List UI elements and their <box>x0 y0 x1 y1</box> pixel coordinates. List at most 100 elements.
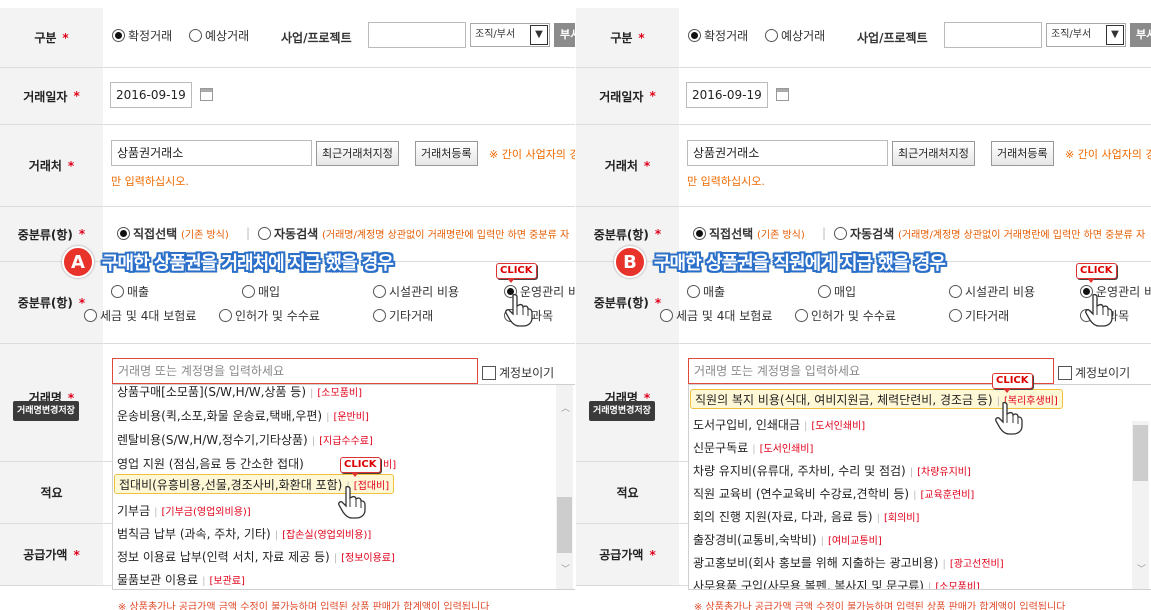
show-account-checkbox[interactable]: 계정보이기 <box>1058 364 1130 381</box>
radio-tax[interactable]: 세금 및 4대 보험료 <box>84 307 196 324</box>
list-item[interactable]: 출장경비(교통비,숙박비) | [여비교통비] <box>693 530 882 550</box>
vendor-label-text: 거래처 <box>28 159 62 173</box>
change-name-save-button[interactable]: 거래명변경저장 <box>13 401 79 421</box>
scroll-up-icon[interactable]: ︿ <box>561 401 570 414</box>
radio-license-label: 인허가 및 수수료 <box>811 309 896 323</box>
radio-purchase[interactable]: 매입 <box>242 283 280 300</box>
vendor-input[interactable]: 상품권거래소 <box>111 140 312 166</box>
item-account-tag: [소모품비] <box>935 582 980 590</box>
dept-button[interactable]: 부서 <box>1130 23 1151 47</box>
vendor-input[interactable]: 상품권거래소 <box>687 140 888 166</box>
item-text: 출장경비(교통비,숙박비) <box>693 533 817 547</box>
trade-name-search-input[interactable]: 거래명 또는 계정명을 입력하세요 <box>112 358 478 384</box>
radio-direct-select[interactable]: 직접선택 (기존 방식) <box>117 225 229 242</box>
list-item[interactable]: 정보 이용료 납부(인력 서치, 자료 제공 등) | [정보이용료] <box>117 547 395 567</box>
register-vendor-button[interactable]: 거래처등록 <box>991 141 1054 166</box>
list-item[interactable]: 기부금 | [기부금(영업외비용)] <box>117 501 251 521</box>
list-item[interactable]: 신문구독료 | [도서인쇄비] <box>693 438 813 458</box>
radio-auto-search[interactable]: 자동검색 (거래명/계정명 상관없이 거래명란에 입력만 하면 중분류 자 <box>258 225 569 242</box>
list-item[interactable]: 범칙금 납부 (과속, 주차, 기타) | [잡손실(영업외비용)] <box>117 524 371 544</box>
radio-facility-label: 시설관리 비용 <box>965 285 1036 299</box>
show-account-label: 계정보이기 <box>1075 366 1131 380</box>
radio-icon <box>660 309 673 322</box>
item-text: 광고홍보비(회사 홍보를 위해 지출하는 광고비용) <box>693 556 939 570</box>
radio-facility[interactable]: 시설관리 비용 <box>949 283 1035 300</box>
change-name-save-button[interactable]: 거래명변경저장 <box>589 401 655 421</box>
recent-vendor-button[interactable]: 최근거래처지정 <box>892 141 975 166</box>
radio-sales[interactable]: 매출 <box>687 283 725 300</box>
radio-sales[interactable]: 매출 <box>111 283 149 300</box>
list-item[interactable]: 운송비용(퀵,소포,화물 운송료,택배,우편) | [운반비] <box>117 406 369 426</box>
recent-vendor-button[interactable]: 최근거래처지정 <box>316 141 399 166</box>
radio-direct-select[interactable]: 직접선택 (기존 방식) <box>693 225 805 242</box>
trade-date-label-text: 거래일자 <box>599 89 644 104</box>
list-item[interactable]: 상품구매[소모품](S/W,H/W,상품 등) | [소모품비] <box>117 385 362 402</box>
trade-date-input[interactable]: 2016-09-19 <box>110 82 192 108</box>
list-item[interactable]: 회의 진행 지원(자료, 다과, 음료 등) | [회의비] <box>693 507 919 527</box>
item-text: 기부금 <box>117 504 151 518</box>
calendar-icon[interactable] <box>200 88 213 101</box>
radio-expected[interactable]: 예상거래 <box>765 27 825 44</box>
item-text: 운송비용(퀵,소포,화물 운송료,택배,우편) <box>117 409 323 423</box>
scroll-thumb[interactable] <box>557 497 572 553</box>
category-label-text: 구분 <box>34 31 57 45</box>
org-select[interactable]: 조직/부서 ▼ <box>1046 23 1126 47</box>
radio-confirmed[interactable]: 확정거래 <box>112 27 172 44</box>
click-callout: CLICK <box>992 373 1033 393</box>
list-item[interactable]: 사무용품 구입(사무용 볼펜, 복사지 및 문구류) | [소모품비] <box>693 576 980 590</box>
radio-purchase[interactable]: 매입 <box>818 283 856 300</box>
separator: | <box>820 536 824 547</box>
show-account-checkbox[interactable]: 계정보이기 <box>482 364 554 381</box>
radio-auto-search[interactable]: 자동검색 (거래명/계정명 상관없이 거래명란에 입력만 하면 중분류 자 <box>834 225 1145 242</box>
pointer-hand-icon <box>995 401 1023 435</box>
register-vendor-button[interactable]: 거래처등록 <box>415 141 478 166</box>
radio-tax[interactable]: 세금 및 4대 보험료 <box>660 307 772 324</box>
radio-expected[interactable]: 예상거래 <box>189 27 249 44</box>
radio-confirmed[interactable]: 확정거래 <box>688 27 748 44</box>
supply-label-text: 공급가액 <box>23 548 68 562</box>
list-item[interactable]: 도서구입비, 인쇄대금 | [도서인쇄비] <box>693 415 865 435</box>
radio-license[interactable]: 인허가 및 수수료 <box>219 307 320 324</box>
calendar-icon[interactable] <box>776 88 789 101</box>
trade-date-input[interactable]: 2016-09-19 <box>686 82 768 108</box>
radio-facility[interactable]: 시설관리 비용 <box>373 283 459 300</box>
org-select[interactable]: 조직/부서 ▼ <box>470 23 550 47</box>
direct-select-note: (기존 방식) <box>181 230 229 241</box>
dropdown-scrollbar[interactable]: ﹀ <box>1132 421 1149 589</box>
required-mark: * <box>638 30 645 45</box>
radio-license[interactable]: 인허가 및 수수료 <box>795 307 896 324</box>
scroll-thumb[interactable] <box>1133 425 1148 481</box>
summary-label-text: 적요 <box>40 486 63 500</box>
list-item[interactable]: 물품보관 이용료 | [보관료] <box>117 570 245 589</box>
dropdown-scrollbar[interactable]: ︿ ﹀ <box>556 385 573 589</box>
item-text: 회의 진행 지원(자료, 다과, 음료 등) <box>693 510 873 524</box>
project-input[interactable] <box>368 22 466 48</box>
radio-icon <box>688 29 701 42</box>
radio-confirmed-label: 확정거래 <box>704 29 749 43</box>
chevron-down-icon: ▼ <box>530 25 548 45</box>
vendor-note: ※ 간이 사업자의 경 <box>489 148 575 161</box>
scroll-down-icon[interactable]: ﹀ <box>1137 562 1146 575</box>
click-callout: CLICK <box>340 457 381 477</box>
radio-icon <box>795 309 808 322</box>
list-item[interactable]: 광고홍보비(회사 홍보를 위해 지출하는 광고비용) | [광고선전비] <box>693 553 1004 573</box>
pointer-hand-icon <box>505 293 533 327</box>
radio-other[interactable]: 기타거래 <box>373 307 433 324</box>
radio-other[interactable]: 기타거래 <box>949 307 1009 324</box>
project-input[interactable] <box>944 22 1042 48</box>
radio-facility-label: 시설관리 비용 <box>389 285 460 299</box>
scroll-down-icon[interactable]: ﹀ <box>561 562 570 575</box>
required-mark: * <box>649 89 656 103</box>
list-item[interactable]: 차량 유지비(유류대, 주차비, 수리 및 점검) | [차량유지비] <box>693 461 971 481</box>
separator: | <box>752 444 756 455</box>
org-select-value: 조직/부서 <box>1051 29 1092 40</box>
supply-label: 공급가액 * <box>0 524 103 585</box>
list-item[interactable]: 직원 교육비 (연수교육비 수강료,견학비 등) | [교육훈련비] <box>693 484 974 504</box>
list-item[interactable]: 렌탈비용(S/W,H/W,정수기,기타상품) | [지급수수료] <box>117 430 373 450</box>
dept-button[interactable]: 부서 <box>554 23 575 47</box>
radio-sales-label: 매출 <box>703 285 726 299</box>
item-account-tag: [운반비] <box>333 412 369 423</box>
summary-label: 적요 <box>576 462 679 523</box>
supply-label: 공급가액 * <box>576 524 679 585</box>
item-account-tag: [도서인쇄비] <box>759 444 814 455</box>
